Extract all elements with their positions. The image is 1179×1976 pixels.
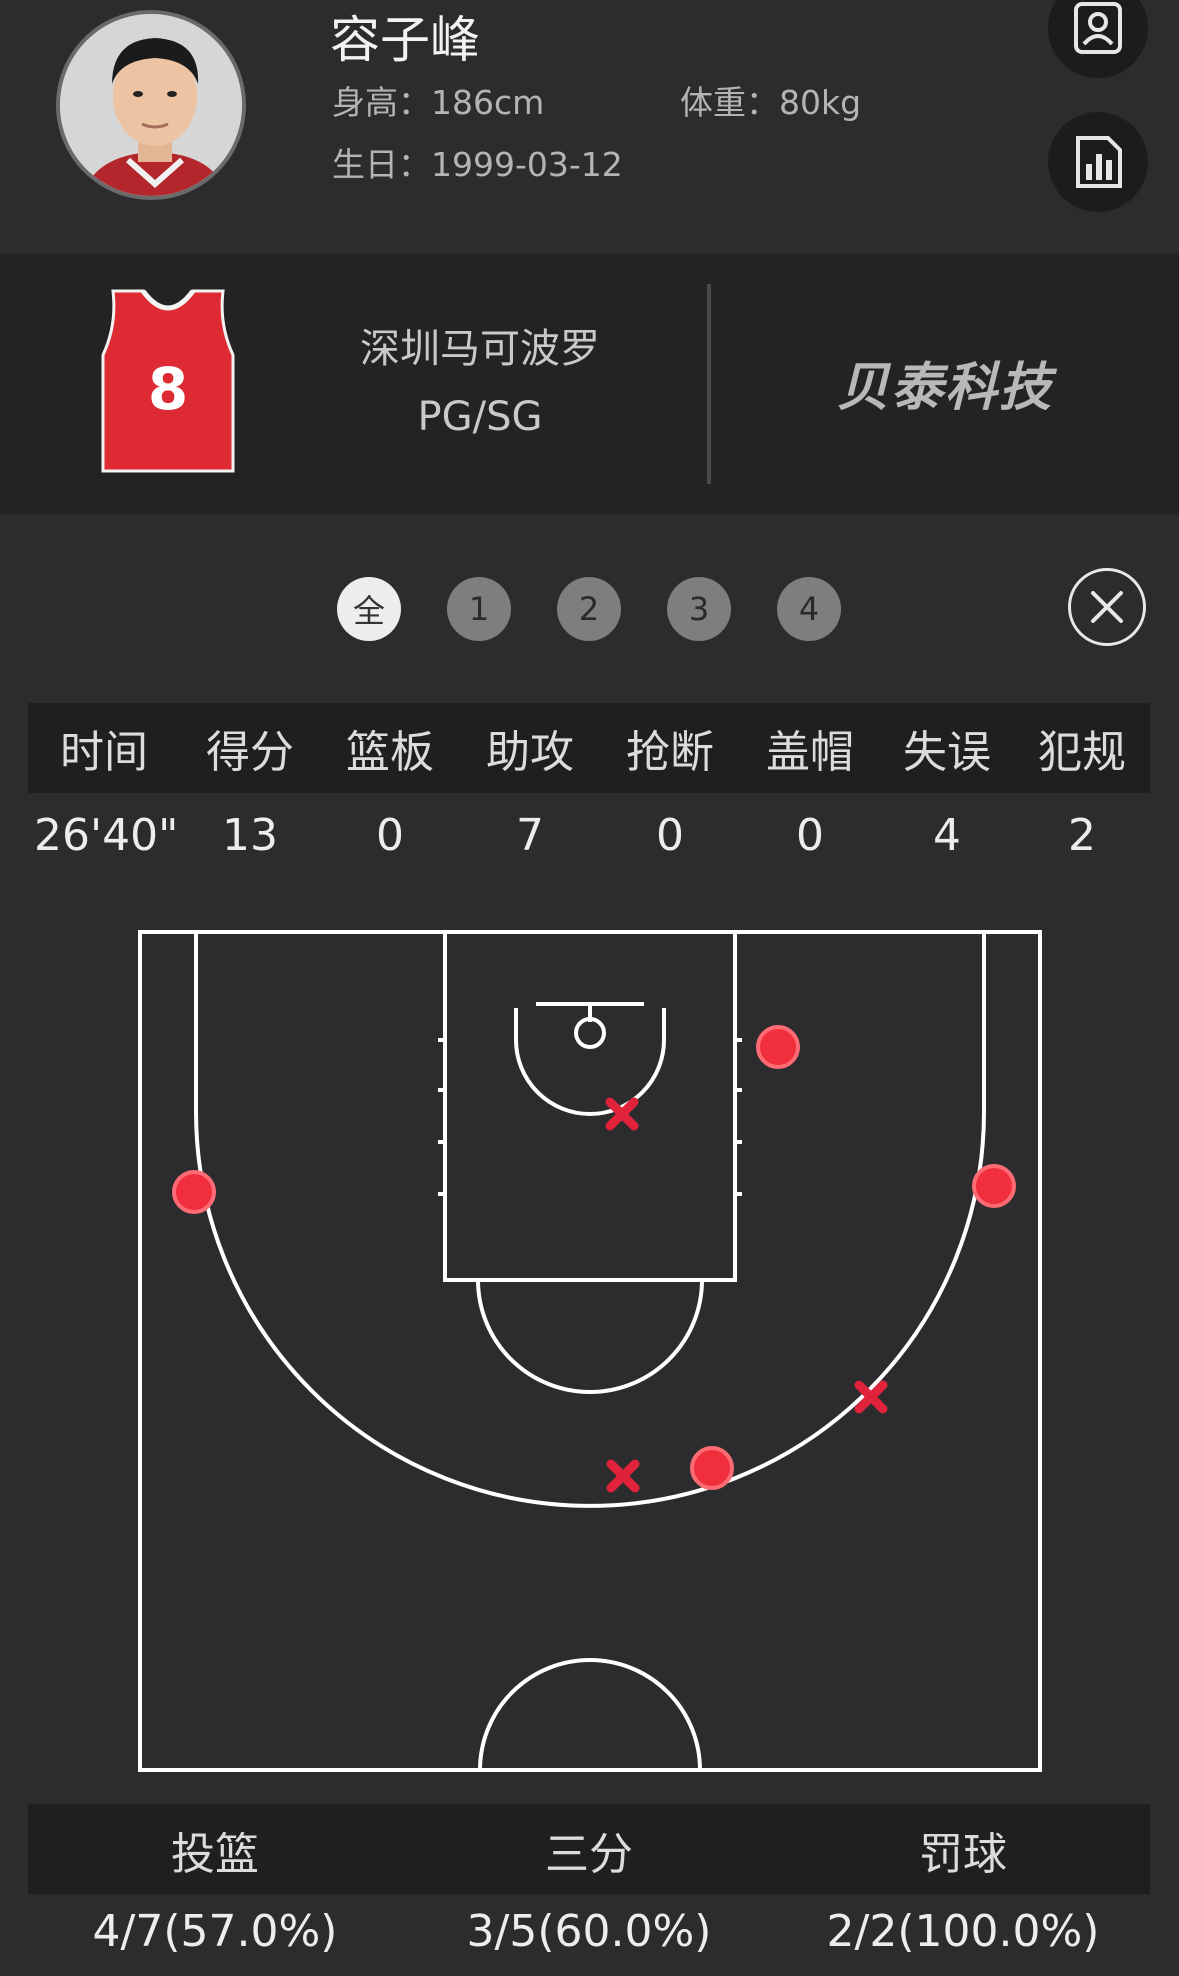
player-name: 容子峰 bbox=[330, 11, 480, 69]
stat-value-blocks: 0 bbox=[796, 810, 824, 861]
stats-button[interactable] bbox=[1048, 112, 1148, 212]
stat-value-steals: 0 bbox=[656, 810, 684, 861]
profile-icon bbox=[1074, 2, 1122, 54]
close-button[interactable] bbox=[1068, 568, 1146, 646]
tab-quarter-4[interactable]: 4 bbox=[777, 577, 841, 641]
shooting-header-ft: 罚球 bbox=[919, 1829, 1007, 1880]
tab-quarter-3[interactable]: 3 bbox=[667, 577, 731, 641]
stat-header-time: 时间 bbox=[60, 727, 148, 778]
shooting-header-fg: 投篮 bbox=[171, 1829, 259, 1880]
team-divider bbox=[707, 284, 711, 484]
court-lines bbox=[138, 930, 1042, 1772]
player-height: 身高：186cm bbox=[332, 83, 545, 122]
made-shot-marker bbox=[972, 1164, 1016, 1208]
stat-header-assists: 助攻 bbox=[486, 727, 574, 778]
stat-header-blocks: 盖帽 bbox=[766, 727, 854, 778]
missed-shot-marker bbox=[606, 1459, 640, 1493]
shooting-value-ft: 2/2(100.0%) bbox=[826, 1906, 1100, 1957]
jersey-image: 8 bbox=[95, 285, 241, 475]
stat-header-steals: 抢断 bbox=[626, 727, 714, 778]
close-icon bbox=[1091, 591, 1123, 623]
tab-quarter-1[interactable]: 1 bbox=[447, 577, 511, 641]
made-shot-marker bbox=[172, 1170, 216, 1214]
sponsor-logo: 贝泰科技 bbox=[836, 358, 1053, 418]
shooting-value-3pt: 3/5(60.0%) bbox=[466, 1906, 712, 1957]
tab-quarter-2[interactable]: 2 bbox=[557, 577, 621, 641]
shot-chart-court bbox=[138, 930, 1042, 1772]
player-avatar bbox=[56, 10, 246, 200]
player-position: PG/SG bbox=[417, 394, 543, 440]
player-birthdate: 生日：1999-03-12 bbox=[332, 145, 623, 184]
stat-value-fouls: 2 bbox=[1068, 810, 1096, 861]
stat-header-fouls: 犯规 bbox=[1038, 727, 1126, 778]
player-weight: 体重：80kg bbox=[680, 83, 862, 122]
tab-all[interactable]: 全 bbox=[337, 577, 401, 641]
stat-header-turnovers: 失误 bbox=[903, 727, 991, 778]
made-shot-marker bbox=[690, 1446, 734, 1490]
stats-icon bbox=[1076, 136, 1122, 188]
jersey-number: 8 bbox=[148, 355, 188, 423]
stat-value-rebounds: 0 bbox=[376, 810, 404, 861]
team-name: 深圳马可波罗 bbox=[360, 326, 600, 372]
shooting-value-fg: 4/7(57.0%) bbox=[92, 1906, 338, 1957]
stat-value-turnovers: 4 bbox=[933, 810, 961, 861]
stat-value-assists: 7 bbox=[516, 810, 544, 861]
stat-header-rebounds: 篮板 bbox=[346, 727, 434, 778]
made-shot-marker bbox=[756, 1025, 800, 1069]
shot-marks bbox=[172, 1025, 1016, 1493]
stat-value-time: 26'40" bbox=[34, 810, 179, 861]
shooting-header-3pt: 三分 bbox=[545, 1829, 633, 1880]
stat-header-points: 得分 bbox=[206, 727, 294, 778]
stat-value-points: 13 bbox=[222, 810, 278, 861]
